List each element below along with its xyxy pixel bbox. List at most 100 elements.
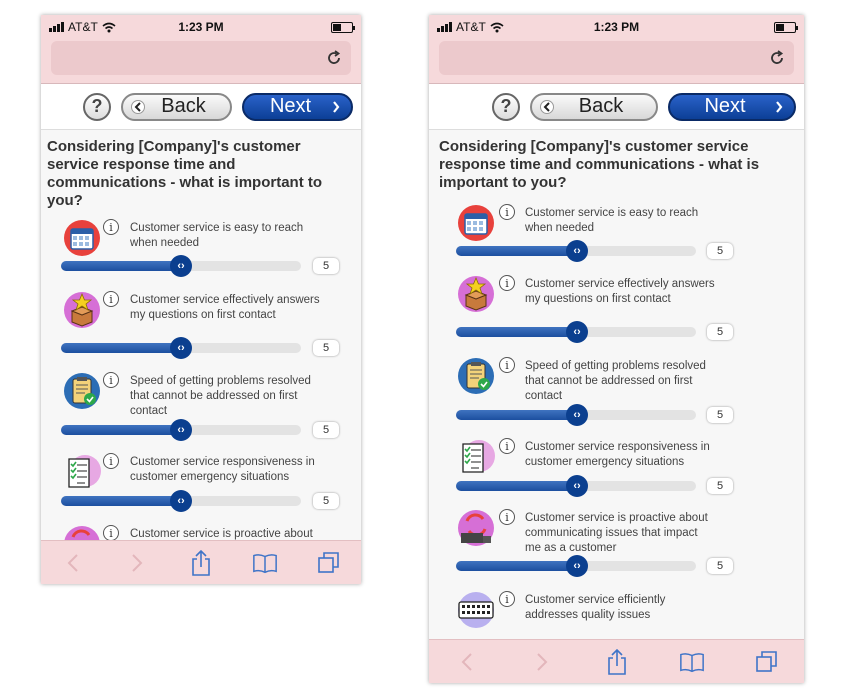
info-icon[interactable]: i xyxy=(499,438,515,454)
next-label: Next xyxy=(704,95,746,117)
browser-toolbar xyxy=(41,540,361,584)
chevron-left-icon xyxy=(131,99,145,114)
value-box: 5 xyxy=(707,558,733,574)
carrier-label: AT&T xyxy=(456,20,486,34)
info-icon[interactable]: i xyxy=(499,509,515,525)
info-icon[interactable]: i xyxy=(103,453,119,469)
info-icon[interactable]: i xyxy=(103,219,119,235)
item-label: Customer service responsiveness in custo… xyxy=(525,441,710,468)
reload-icon[interactable] xyxy=(325,49,343,67)
rating-slider[interactable]: ‹› xyxy=(456,555,696,577)
forward-arrow-icon[interactable] xyxy=(529,649,555,675)
carrier-label: AT&T xyxy=(68,20,98,34)
item-label: Speed of getting problems resolved that … xyxy=(525,360,706,402)
browser-toolbar xyxy=(429,639,804,683)
checklist-icon xyxy=(462,440,495,473)
item-label: Speed of getting problems resolved that … xyxy=(130,375,311,417)
phone-screen-2: AT&T 1:23 PM ? Back Next Considering [Co… xyxy=(429,15,804,683)
star-box-icon xyxy=(64,292,100,328)
status-bar: AT&T 1:23 PM xyxy=(429,15,804,39)
slider-thumb[interactable]: ‹› xyxy=(566,240,588,262)
survey-nav: ? Back Next xyxy=(41,84,361,130)
question-text: Considering [Company]'s customer service… xyxy=(47,138,323,209)
next-button[interactable]: Next xyxy=(668,92,796,121)
info-icon[interactable]: i xyxy=(103,372,119,388)
star-box-icon xyxy=(458,276,494,312)
calendar-icon xyxy=(458,205,494,241)
info-icon[interactable]: i xyxy=(103,525,119,541)
signal-icon xyxy=(437,22,452,32)
item-label: Customer service efficiently addresses q… xyxy=(525,594,666,621)
back-button[interactable]: Back xyxy=(530,92,658,121)
slider-thumb[interactable]: ‹› xyxy=(170,419,192,441)
slider-thumb[interactable]: ‹› xyxy=(170,337,192,359)
rating-slider[interactable]: ‹› xyxy=(456,404,696,426)
question-text: Considering [Company]'s customer service… xyxy=(439,138,760,191)
value-box: 5 xyxy=(707,243,733,259)
slider-thumb[interactable]: ‹› xyxy=(566,475,588,497)
value-box: 5 xyxy=(313,422,339,438)
next-label: Next xyxy=(269,95,312,117)
bookmarks-icon[interactable] xyxy=(679,649,705,675)
value-box: 5 xyxy=(707,324,733,340)
bookmarks-icon[interactable] xyxy=(252,550,278,576)
info-icon[interactable]: i xyxy=(499,591,515,607)
rating-slider[interactable]: ‹› xyxy=(456,321,696,343)
keyboard-icon xyxy=(458,592,494,628)
back-label: Back xyxy=(161,95,206,117)
share-icon[interactable] xyxy=(604,648,630,675)
rating-slider[interactable]: ‹› xyxy=(61,255,301,277)
slider-thumb[interactable]: ‹› xyxy=(566,321,588,343)
value-box: 5 xyxy=(707,407,733,423)
slider-thumb[interactable]: ‹› xyxy=(566,555,588,577)
chevron-right-icon xyxy=(329,100,343,114)
item-list: i Customer service is easy to reach when… xyxy=(41,219,361,579)
item-label: Customer service is proactive about comm… xyxy=(525,512,708,554)
info-icon[interactable]: i xyxy=(499,204,515,220)
signal-icon xyxy=(49,22,64,32)
info-icon[interactable]: i xyxy=(499,357,515,373)
help-button[interactable]: ? xyxy=(492,92,520,121)
item-label: Customer service effectively answers my … xyxy=(130,294,320,321)
truck-arrows-icon xyxy=(458,510,494,546)
rating-slider[interactable]: ‹› xyxy=(456,475,696,497)
tabs-icon[interactable] xyxy=(754,649,780,675)
survey-nav: ? Back Next xyxy=(429,84,804,130)
slider-thumb[interactable]: ‹› xyxy=(566,404,588,426)
address-bar[interactable] xyxy=(439,41,794,75)
item-label: Customer service is easy to reach when n… xyxy=(130,222,304,249)
next-button[interactable]: Next xyxy=(242,92,353,121)
item-label: Customer service responsiveness in custo… xyxy=(130,456,315,483)
back-arrow-icon[interactable] xyxy=(60,550,86,576)
share-icon[interactable] xyxy=(188,549,214,576)
calendar-icon xyxy=(64,220,100,256)
item-label: Customer service effectively answers my … xyxy=(525,278,715,305)
chevron-left-icon xyxy=(540,99,554,114)
checklist-icon xyxy=(68,455,101,488)
value-box: 5 xyxy=(313,493,339,509)
clipboard-check-icon xyxy=(458,358,494,394)
wifi-icon xyxy=(490,22,504,32)
item-list: i Customer service is easy to reach when… xyxy=(429,204,804,644)
wifi-icon xyxy=(102,22,116,32)
value-box: 5 xyxy=(707,478,733,494)
info-icon[interactable]: i xyxy=(499,275,515,291)
back-button[interactable]: Back xyxy=(121,92,232,121)
rating-slider[interactable]: ‹› xyxy=(61,419,301,441)
forward-arrow-icon[interactable] xyxy=(124,550,150,576)
address-bar[interactable] xyxy=(51,41,351,75)
rating-slider[interactable]: ‹› xyxy=(456,240,696,262)
back-arrow-icon[interactable] xyxy=(454,649,480,675)
rating-slider[interactable]: ‹› xyxy=(61,490,301,512)
item-label: Customer service is easy to reach when n… xyxy=(525,207,699,234)
slider-thumb[interactable]: ‹› xyxy=(170,490,192,512)
phone-screen-1: AT&T 1:23 PM ? Back Next Considering [Co… xyxy=(41,15,361,584)
help-button[interactable]: ? xyxy=(83,92,111,121)
rating-slider[interactable]: ‹› xyxy=(61,337,301,359)
slider-thumb[interactable]: ‹› xyxy=(170,255,192,277)
reload-icon[interactable] xyxy=(768,49,786,67)
tabs-icon[interactable] xyxy=(316,550,342,576)
status-bar: AT&T 1:23 PM xyxy=(41,15,361,39)
value-box: 5 xyxy=(313,258,339,274)
info-icon[interactable]: i xyxy=(103,291,119,307)
